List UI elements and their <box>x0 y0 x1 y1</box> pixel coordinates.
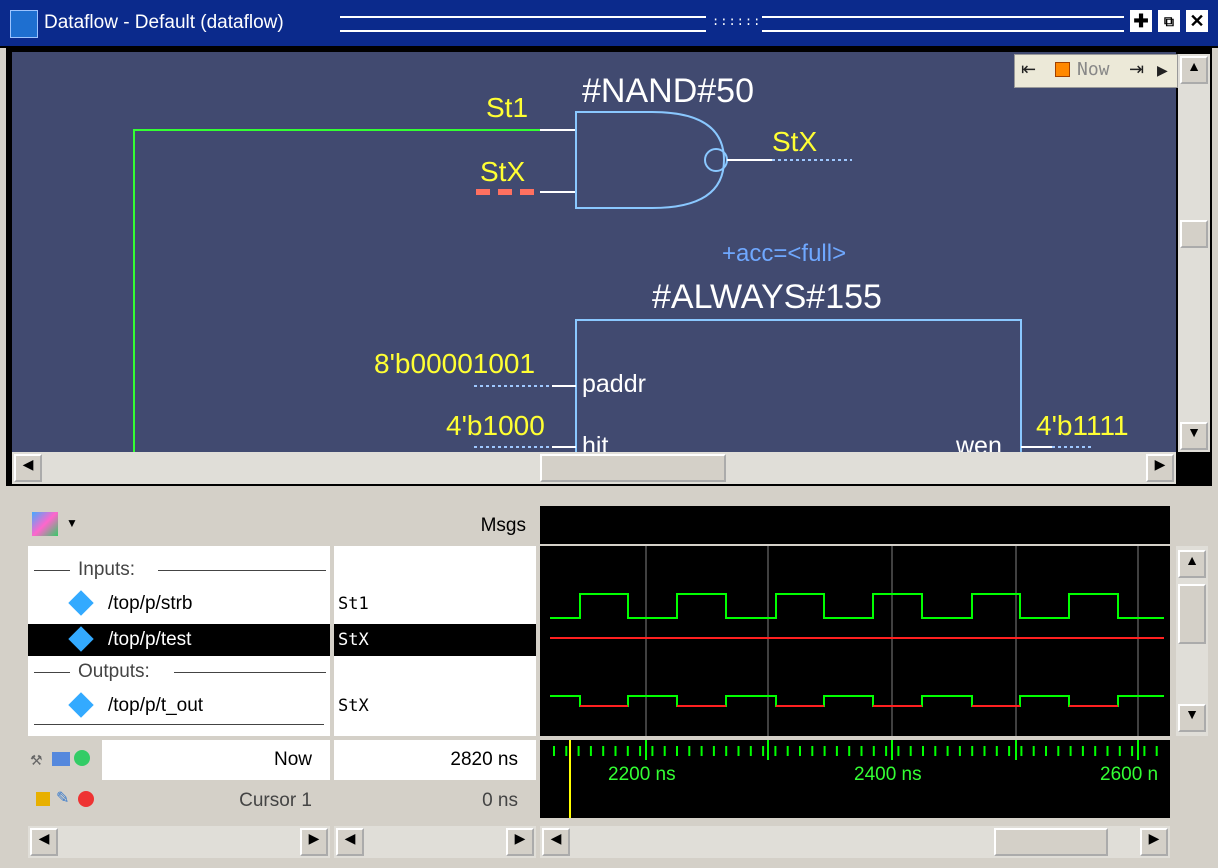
wave-scroll-up-icon[interactable]: ▲ <box>1178 550 1206 578</box>
tick-label-2600: 2600 n <box>1100 764 1159 785</box>
now-value-field: 2820 ns <box>334 740 536 780</box>
now-tools-icon[interactable]: ⚒ <box>30 752 43 769</box>
waveform-t-out <box>550 695 1164 707</box>
close-icon[interactable]: ✕ <box>1186 10 1208 32</box>
waveform-strb <box>550 593 1164 619</box>
timeline-area[interactable]: 2200 ns 2400 ns 2600 n <box>540 740 1170 818</box>
dataflow-app-icon <box>10 10 38 38</box>
dataflow-vscrollbar[interactable] <box>1178 54 1210 452</box>
dataflow-canvas[interactable]: St1 StX StX #NAND#50 +acc=<full> #ALWAYS… <box>12 52 1176 452</box>
signal-name-t-out: /top/p/t_out <box>108 695 204 716</box>
signal-value-t-out: StX <box>338 696 369 716</box>
signal-name-strb: /top/p/strb <box>108 593 193 614</box>
waveform-plot <box>550 546 1164 736</box>
tick-label-2400: 2400 ns <box>854 764 922 785</box>
nand-input-a-value: St1 <box>486 92 529 123</box>
hscroll-thumb[interactable] <box>540 454 726 482</box>
nand-output-value: StX <box>772 126 818 157</box>
msgs-label: Msgs <box>480 515 526 536</box>
now-marker-icon[interactable] <box>1055 62 1070 77</box>
names-scroll-right-icon[interactable]: ▶ <box>300 828 328 856</box>
window-title: Dataflow - Default (dataflow) <box>44 12 284 33</box>
cursor-row-names: ✎ Cursor 1 <box>14 782 330 820</box>
group-outputs[interactable]: Outputs: <box>28 656 330 688</box>
list-end-divider <box>34 724 324 725</box>
wen-value: 4'b1111 <box>1036 410 1129 441</box>
cursor-label: Cursor 1 <box>239 790 312 811</box>
waveform-area[interactable] <box>540 546 1170 736</box>
input-signal-icon <box>68 590 94 616</box>
names-scroll-left-icon[interactable]: ◀ <box>30 828 58 856</box>
scroll-down-icon[interactable]: ▼ <box>1180 422 1208 450</box>
add-cursor-icon[interactable] <box>74 750 90 766</box>
expand-arrow-icon[interactable]: ▶ <box>1157 62 1168 79</box>
signal-row-strb[interactable]: /top/p/strb <box>28 588 330 620</box>
always-instance-name: #ALWAYS#155 <box>652 278 882 316</box>
trace-forward-icon[interactable]: ⇥ <box>1129 59 1144 80</box>
cursor-value-field: 0 ns <box>334 782 536 820</box>
signal-icon <box>68 626 94 652</box>
signal-names-list[interactable]: Inputs: /top/p/strb /top/p/test Outputs:… <box>28 546 330 736</box>
wave-scroll-right-icon[interactable]: ▶ <box>1140 828 1168 856</box>
scroll-right-icon[interactable]: ▶ <box>1146 454 1174 482</box>
signal-value-strb: St1 <box>338 594 369 614</box>
scroll-left-icon[interactable]: ◀ <box>14 454 42 482</box>
drag-grip-icon[interactable]: :::::: <box>712 14 760 30</box>
names-column-header: ▼ <box>14 506 330 544</box>
tick-label-2200: 2200 ns <box>608 764 676 785</box>
signal-value-test: StX <box>334 624 536 656</box>
values-scroll-right-icon[interactable]: ▶ <box>506 828 534 856</box>
signal-values-list: St1 StX StX <box>334 546 536 736</box>
signal-row-test[interactable]: /top/p/test <box>28 624 330 656</box>
wave-vscroll-thumb[interactable] <box>1178 584 1206 644</box>
wrench-icon[interactable]: ✎ <box>56 788 69 808</box>
scroll-up-icon[interactable]: ▲ <box>1180 56 1208 84</box>
now-row-names: ⚒ Now <box>14 740 330 780</box>
values-scroll-left-icon[interactable]: ◀ <box>336 828 364 856</box>
port-paddr: paddr <box>582 370 646 398</box>
paddr-value: 8'b00001001 <box>374 348 536 379</box>
undock-icon[interactable]: ⧉ <box>1158 10 1180 32</box>
vscroll-thumb[interactable] <box>1180 220 1208 248</box>
now-label[interactable]: Now <box>1077 59 1110 80</box>
output-signal-icon <box>68 692 94 718</box>
wave-view-icon[interactable] <box>52 752 70 766</box>
title-grip-lines <box>762 16 1124 32</box>
title-bar: Dataflow - Default (dataflow) :::::: ✚ ⧉… <box>0 0 1218 48</box>
dataflow-toolbar: ⇤ Now ⇥ ▶ <box>1014 54 1178 88</box>
chevron-down-icon[interactable]: ▼ <box>66 516 78 530</box>
hit-value: 4'b1000 <box>446 410 545 441</box>
names-hscrollbar[interactable] <box>28 826 330 858</box>
wave-hscroll-thumb[interactable] <box>994 828 1108 856</box>
nand-instance-name: #NAND#50 <box>582 72 754 110</box>
lock-icon[interactable] <box>36 792 50 806</box>
port-wen: wen <box>956 432 1002 452</box>
acc-label: +acc=<full> <box>722 240 847 267</box>
signal-row-t-out[interactable]: /top/p/t_out <box>28 690 330 722</box>
maximize-icon[interactable]: ✚ <box>1130 10 1152 32</box>
values-column-header: Msgs <box>334 506 536 544</box>
title-grip-lines <box>340 16 706 32</box>
nand-input-b-value: StX <box>480 156 526 187</box>
wave-group-icon[interactable] <box>32 512 58 536</box>
now-label-field: Now <box>102 740 330 780</box>
delete-cursor-icon[interactable] <box>78 791 94 807</box>
port-hit: hit <box>582 432 609 452</box>
group-inputs[interactable]: Inputs: <box>28 554 330 586</box>
wave-scroll-left-icon[interactable]: ◀ <box>542 828 570 856</box>
nand-gate-shape[interactable] <box>575 111 726 209</box>
wave-scroll-down-icon[interactable]: ▼ <box>1178 704 1206 732</box>
wave-header <box>540 506 1170 544</box>
signal-name-test: /top/p/test <box>108 629 192 650</box>
trace-back-icon[interactable]: ⇤ <box>1021 59 1036 80</box>
